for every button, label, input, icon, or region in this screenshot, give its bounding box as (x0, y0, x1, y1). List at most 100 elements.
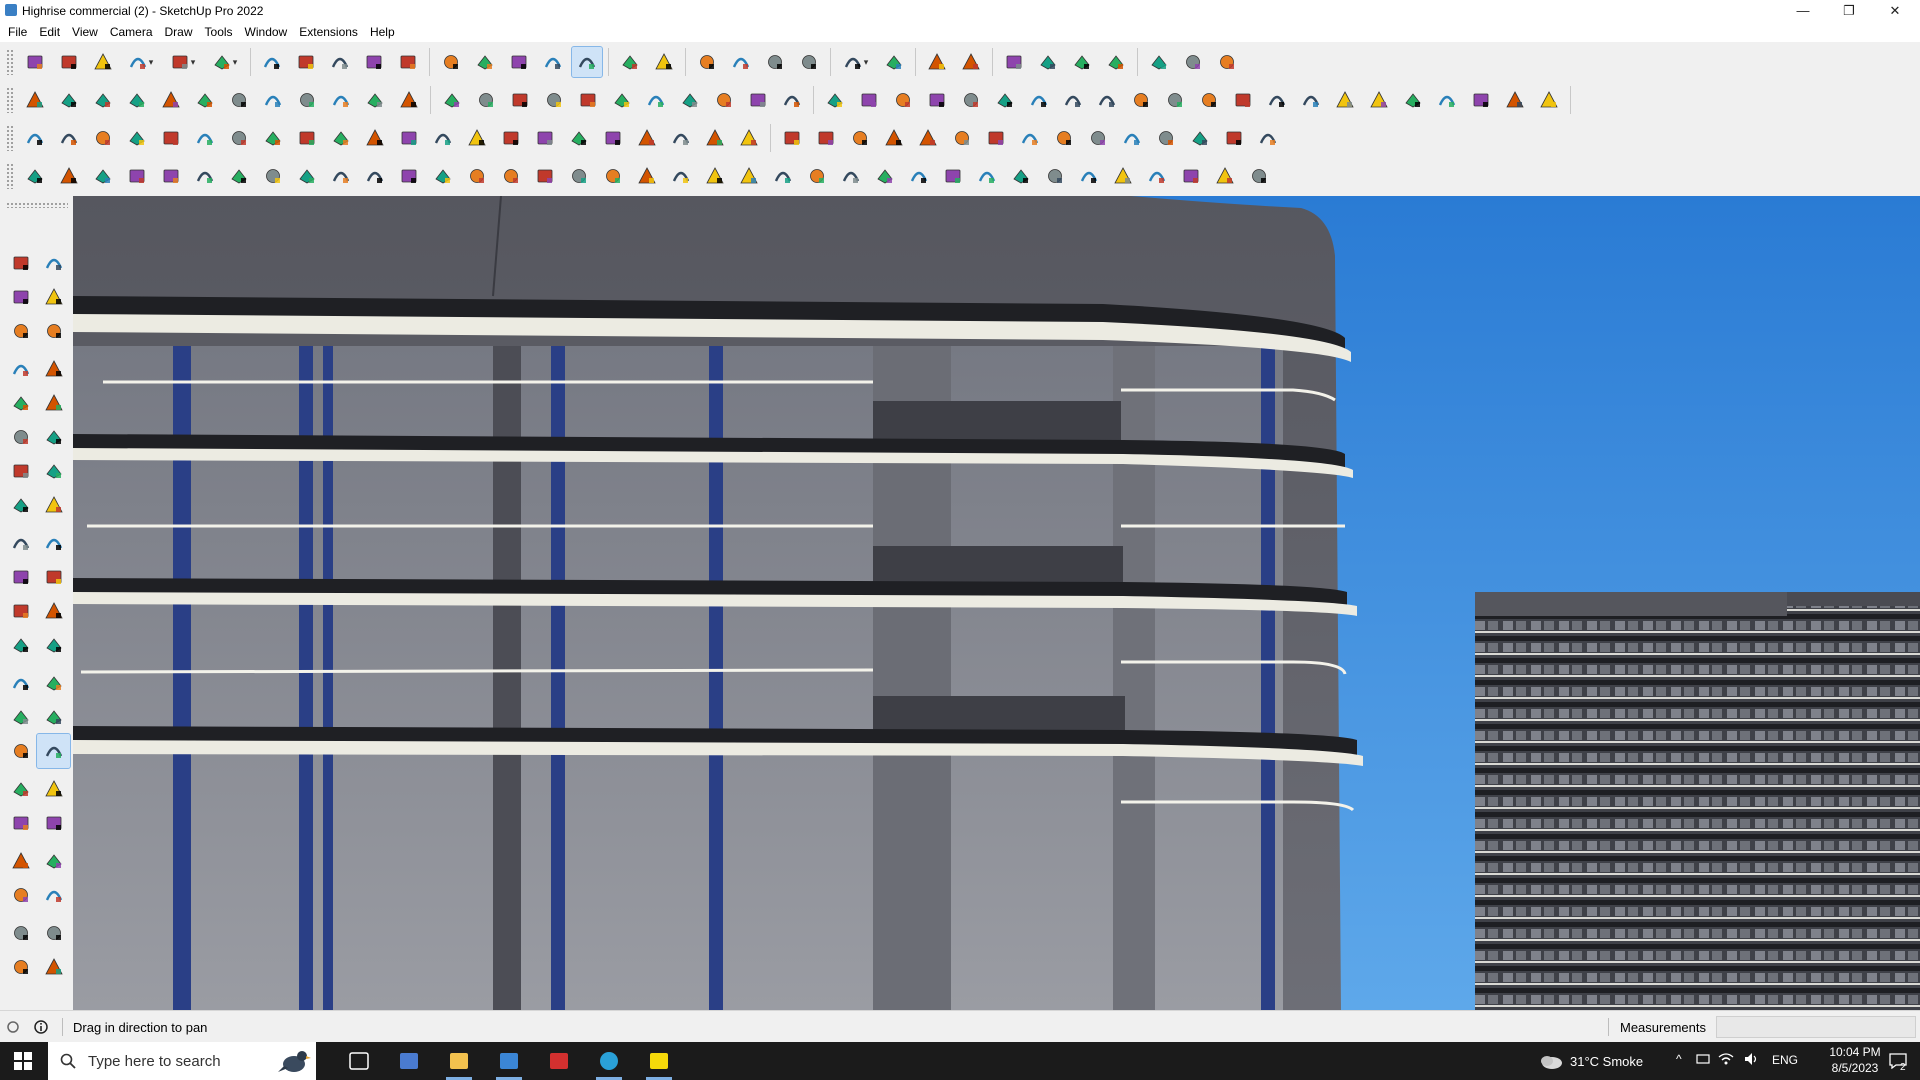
circle-dashed-tool-button[interactable] (1219, 123, 1249, 153)
cone-green-tool-button[interactable] (564, 123, 594, 153)
layer-blue-tool-button[interactable] (20, 123, 50, 153)
loft-tool-button[interactable] (632, 161, 662, 191)
arrow-red-tool-button[interactable] (1262, 85, 1292, 115)
plane-red-tool-button[interactable] (156, 123, 186, 153)
texture-tool-button[interactable] (1049, 123, 1079, 153)
chevron-down-icon[interactable]: ▾ (191, 57, 196, 68)
smoove-tool-button[interactable] (1466, 85, 1496, 115)
component-green-tool-button[interactable] (879, 123, 909, 153)
taskbar-task-view-button[interactable] (336, 1042, 382, 1080)
multi-pipe-tool-button[interactable] (564, 161, 594, 191)
orbit-tool-button[interactable] (37, 246, 70, 280)
menu-draw[interactable]: Draw (159, 22, 199, 42)
rails-tool-button[interactable] (836, 161, 866, 191)
parallelogram-tool-button[interactable] (1058, 85, 1088, 115)
plane-blue-tool-button[interactable] (54, 123, 84, 153)
arc-tool-button[interactable] (4, 454, 37, 488)
warehouse-2-tool-button[interactable] (641, 85, 671, 115)
menu-window[interactable]: Window (239, 22, 294, 42)
rotated-rectangle-tool-button[interactable] (37, 386, 70, 420)
scene-add-tool-button[interactable] (539, 85, 569, 115)
stairs-tool-button[interactable] (700, 161, 730, 191)
plus-green-tool-button[interactable] (496, 123, 526, 153)
notification-button[interactable]: 2 (1876, 1042, 1920, 1080)
chain-tool-button[interactable] (394, 123, 424, 153)
split-tool-button[interactable] (292, 85, 322, 115)
protractor-tool-button[interactable] (4, 666, 37, 700)
orbit-2-tool-button[interactable] (4, 734, 37, 768)
dynamic-component-tool-button[interactable] (1101, 47, 1131, 77)
select-tool-button[interactable] (4, 246, 37, 280)
solid-tools-tool-button[interactable] (1067, 47, 1097, 77)
rectangle-tool-button[interactable]: ▾ (206, 47, 244, 77)
info-icon[interactable] (34, 1020, 48, 1034)
layers-tool-button[interactable] (760, 47, 790, 77)
chevron-down-icon[interactable]: ▾ (233, 57, 238, 68)
ruled-tool-button[interactable] (530, 161, 560, 191)
grid-3-tool-button[interactable] (1006, 161, 1036, 191)
cut-profile-tool-button[interactable] (20, 161, 50, 191)
ring-yellow-tool-button[interactable] (666, 123, 696, 153)
house-tool-button[interactable] (675, 85, 705, 115)
toolbar-grip[interactable] (6, 49, 14, 75)
pylon-tool-button[interactable] (1210, 161, 1240, 191)
gear-dark-tool-button[interactable] (1108, 161, 1138, 191)
menu-help[interactable]: Help (364, 22, 401, 42)
house-door-tool-button[interactable] (777, 85, 807, 115)
move-down-tool-button[interactable] (1033, 47, 1063, 77)
menu-camera[interactable]: Camera (104, 22, 159, 42)
walk-tool-button[interactable] (4, 878, 37, 912)
slice-tool-button[interactable] (428, 161, 458, 191)
gear-outline-tool-button[interactable] (1142, 161, 1172, 191)
dots-red-tool-button[interactable] (1185, 123, 1215, 153)
tape-measure-2-tool-button[interactable] (4, 628, 37, 662)
polygon-3d-tool-button[interactable] (1244, 161, 1274, 191)
fold-plane-tool-button[interactable] (734, 161, 764, 191)
louvres-tool-button[interactable] (1040, 161, 1070, 191)
table-tool-button[interactable] (292, 123, 322, 153)
line-tool-button[interactable] (4, 352, 37, 386)
mesh-tool-button[interactable] (190, 161, 220, 191)
grid-tool-button[interactable] (1534, 85, 1564, 115)
ellipse-tool-button[interactable] (1024, 85, 1054, 115)
circle-tool-button[interactable] (956, 85, 986, 115)
eraser-tool-button[interactable] (88, 47, 118, 77)
fredo-tools-tool-button[interactable] (820, 85, 850, 115)
model-viewport[interactable] (73, 196, 1920, 1010)
weather-widget[interactable]: 31°C Smoke (1538, 1042, 1643, 1080)
house-roof-tool-button[interactable] (709, 85, 739, 115)
intersect-faces-tool-button[interactable] (981, 123, 1011, 153)
fold-tool-button[interactable] (462, 161, 492, 191)
previous-view-tool-button[interactable] (37, 806, 70, 840)
zoom-extents-tool-button[interactable] (4, 806, 37, 840)
union-tool-button[interactable] (190, 85, 220, 115)
subtract-tool-button[interactable] (224, 85, 254, 115)
pencil-red-tool-button[interactable] (888, 85, 918, 115)
lasso-tool-button[interactable] (1160, 85, 1190, 115)
balcony-tool-button[interactable] (1074, 161, 1104, 191)
toolbar-grip[interactable] (6, 125, 14, 151)
freehand-tool-button[interactable] (37, 352, 70, 386)
vent-tool-button[interactable] (1176, 161, 1206, 191)
add-location-tool-button[interactable] (922, 47, 952, 77)
component-tool-button[interactable] (4, 314, 37, 348)
box-outline-tool-button[interactable] (258, 161, 288, 191)
toolbar-grip[interactable] (6, 163, 14, 189)
two-point-arc-tool-button[interactable] (4, 488, 37, 522)
arc-tool-button[interactable]: ▾ (164, 47, 202, 77)
scatter-tool-button[interactable] (1015, 123, 1045, 153)
polygon-tool-button[interactable] (37, 420, 70, 454)
plane-yellow-tool-button[interactable] (88, 123, 118, 153)
frame-tool-button[interactable] (326, 123, 356, 153)
rotate-orange-tool-button[interactable] (224, 123, 254, 153)
stack-tool-button[interactable] (972, 161, 1002, 191)
zoom-window-tool-button[interactable] (37, 772, 70, 806)
terrain-tool-button[interactable] (1398, 85, 1428, 115)
component-tool-button[interactable] (692, 47, 722, 77)
pan-tool-button[interactable] (36, 733, 71, 769)
house-wall-tool-button[interactable] (743, 85, 773, 115)
line-tool-button[interactable]: ▾ (122, 47, 160, 77)
box-red-tool-button[interactable] (258, 123, 288, 153)
geo-location-status-icon[interactable] (6, 1020, 20, 1034)
curviloft-tool-button[interactable] (1330, 85, 1360, 115)
